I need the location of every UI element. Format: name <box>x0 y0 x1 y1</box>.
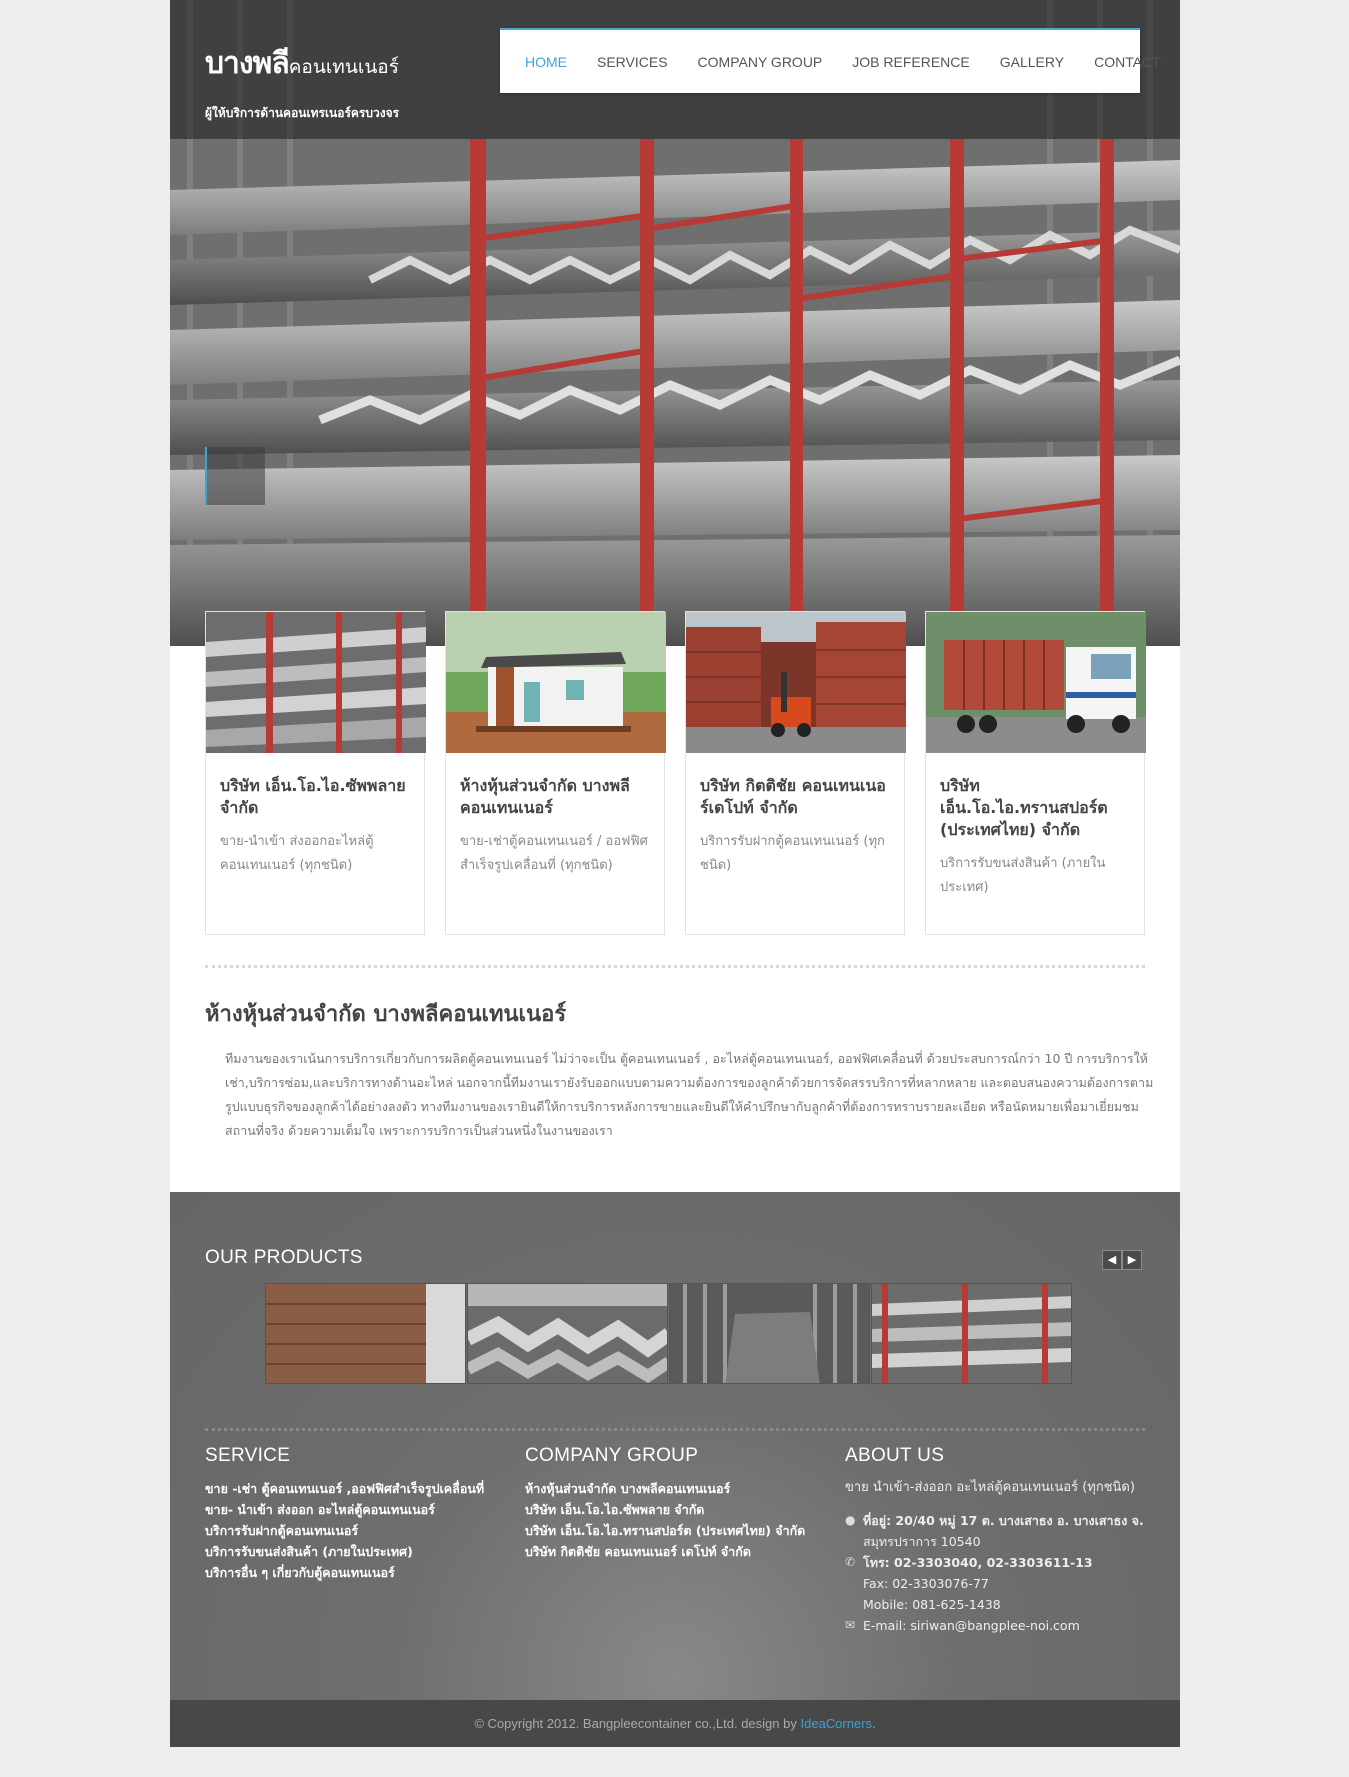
hero-slider[interactable]: บางพลีคอนเทนเนอร์ ผู้ให้บริการด้านคอนเทร… <box>170 0 1180 646</box>
carousel-next-button[interactable]: ▶ <box>1122 1250 1142 1270</box>
card-title: บริษัท เอ็น.โอ.ไอ.ทรานสปอร์ต (ประเทศไทย)… <box>940 776 1108 839</box>
globe-icon: ● <box>845 1513 856 1527</box>
about-title: ห้างหุ้นส่วนจำกัด บางพลีคอนเทนเนอร์ <box>205 1002 567 1027</box>
email-row: ✉ E-mail: siriwan@bangplee-noi.com <box>845 1615 1145 1636</box>
card-desc: บริการรับขนส่งสินค้า (ภายในประเทศ) <box>940 856 1106 895</box>
fax-row: Fax: 02-3303076-77 <box>845 1573 1145 1594</box>
service-list: ขาย -เช่า ตู้คอนเทนเนอร์ ,ออฟฟิศสำเร็จรู… <box>205 1478 484 1583</box>
card-image-truck <box>926 612 1146 753</box>
product-thumb-corrugated-panel[interactable] <box>669 1283 870 1384</box>
nav-company-group[interactable]: COMPANY GROUP <box>683 54 838 70</box>
nav-contact[interactable]: CONTACT <box>1079 54 1176 70</box>
copyright-period: . <box>872 1716 876 1731</box>
nav-job-reference[interactable]: JOB REFERENCE <box>837 54 984 70</box>
company-cards: บริษัท เอ็น.โอ.ไอ.ซัพพลาย จำกัด ขาย-นำเข… <box>205 611 1146 935</box>
carousel-prev-button[interactable]: ◀ <box>1102 1250 1122 1270</box>
service-link[interactable]: บริการรับฝากตู้คอนเทนเนอร์ <box>205 1520 484 1541</box>
product-thumb-plywood-floor[interactable] <box>265 1283 466 1384</box>
company-card[interactable]: บริษัท กิตติชัย คอนเทนเนอร์เดโปท์ จำกัด … <box>685 611 906 935</box>
logo-main: บางพลี <box>205 46 290 81</box>
company-link[interactable]: บริษัท กิตติชัย คอนเทนเนอร์ เดโปท์ จำกัด <box>525 1541 805 1562</box>
chevron-right-icon: ▶ <box>1127 1253 1137 1266</box>
card-image-container-yard <box>686 612 906 753</box>
card-title: บริษัท กิตติชัย คอนเทนเนอร์เดโปท์ จำกัด <box>700 776 886 817</box>
address-line-2: สมุทรปราการ 10540 <box>863 1534 981 1549</box>
company-link[interactable]: ห้างหุ้นส่วนจำกัด บางพลีคอนเทนเนอร์ <box>525 1478 805 1499</box>
company-card[interactable]: ห้างหุ้นส่วนจำกัด บางพลีคอนเทนเนอร์ ขาย-… <box>445 611 666 935</box>
phone-icon: ✆ <box>845 1555 856 1569</box>
site-tagline: ผู้ให้บริการด้านคอนเทรเนอร์ครบวงจร <box>205 106 400 120</box>
chevron-left-icon: ◀ <box>1107 1253 1117 1266</box>
envelope-icon: ✉ <box>845 1618 856 1632</box>
card-desc: บริการรับฝากตู้คอนเทนเนอร์ (ทุกชนิด) <box>700 834 885 873</box>
phone-row: ✆ โทร: 02-3303040, 02-3303611-13 <box>845 1552 1145 1573</box>
address-row: ● ที่อยู่: 20/40 หมู่ 17 ต. บางเสาธง อ. … <box>845 1510 1145 1531</box>
card-title: บริษัท เอ็น.โอ.ไอ.ซัพพลาย จำกัด <box>220 776 406 817</box>
service-link[interactable]: ขาย -เช่า ตู้คอนเทนเนอร์ ,ออฟฟิศสำเร็จรู… <box>205 1478 484 1499</box>
service-link[interactable]: บริการอื่น ๆ เกี่ยวกับตู้คอนเทนเนอร์ <box>205 1562 484 1583</box>
company-card[interactable]: บริษัท เอ็น.โอ.ไอ.ทรานสปอร์ต (ประเทศไทย)… <box>925 611 1146 935</box>
card-desc: ขาย-เช่าตู้คอนเทนเนอร์ / ออฟฟิศสำเร็จรูป… <box>460 834 648 873</box>
fax-text: Fax: 02-3303076-77 <box>863 1576 989 1591</box>
service-link[interactable]: บริการรับขนส่งสินค้า (ภายในประเทศ) <box>205 1541 484 1562</box>
card-desc: ขาย-นำเข้า ส่งออกอะไหล่ตู้คอนเทนเนอร์ (ท… <box>220 834 374 873</box>
company-group-list: ห้างหุ้นส่วนจำกัด บางพลีคอนเทนเนอร์ บริษ… <box>525 1478 805 1562</box>
about-us-title: ABOUT US <box>845 1445 945 1466</box>
page: บางพลีคอนเทนเนอร์ ผู้ให้บริการด้านคอนเทร… <box>170 0 1180 1747</box>
divider <box>205 1428 1145 1431</box>
nav-services[interactable]: SERVICES <box>582 54 683 70</box>
phone-text: โทร: 02-3303040, 02-3303611-13 <box>863 1555 1093 1570</box>
product-thumb-steel-rack[interactable] <box>871 1283 1072 1384</box>
service-link[interactable]: ขาย- นำเข้า ส่งออก อะไหล่ตู้คอนเทนเนอร์ <box>205 1499 484 1520</box>
company-link[interactable]: บริษัท เอ็น.โอ.ไอ.ทรานสปอร์ต (ประเทศไทย)… <box>525 1520 805 1541</box>
copyright-text: © Copyright 2012. Bangpleecontainer co.,… <box>474 1716 797 1731</box>
copyright-bar: © Copyright 2012. Bangpleecontainer co.,… <box>170 1700 1180 1747</box>
nav-gallery[interactable]: GALLERY <box>985 54 1079 70</box>
address-line-1: ที่อยู่: 20/40 หมู่ 17 ต. บางเสาธง อ. บา… <box>863 1513 1144 1528</box>
about-body: ทีมงานของเราเน้นการบริการเกี่ยวกับการผลิ… <box>225 1051 1154 1138</box>
about-us-block: ขาย นำเข้า-ส่งออก อะไหล่ตู้คอนเทนเนอร์ (… <box>845 1478 1145 1636</box>
product-thumb-angle-steel[interactable] <box>467 1283 668 1384</box>
company-group-title: COMPANY GROUP <box>525 1445 699 1466</box>
email-text[interactable]: E-mail: siriwan@bangplee-noi.com <box>863 1615 1080 1636</box>
mobile-text: Mobile: 081-625-1438 <box>863 1597 1001 1612</box>
address-row-2: สมุทรปราการ 10540 <box>845 1531 1145 1552</box>
service-title: SERVICE <box>205 1445 291 1466</box>
nav-home[interactable]: HOME <box>510 54 582 70</box>
slide-caption-box[interactable] <box>205 447 265 505</box>
card-image-steel-rack <box>206 612 426 753</box>
site-logo[interactable]: บางพลีคอนเทนเนอร์ <box>205 40 399 87</box>
main-nav: HOME SERVICES COMPANY GROUP JOB REFERENC… <box>500 28 1161 93</box>
divider <box>205 965 1145 968</box>
company-link[interactable]: บริษัท เอ็น.โอ.ไอ.ซัพพลาย จำกัด <box>525 1499 805 1520</box>
mobile-row: Mobile: 081-625-1438 <box>845 1594 1145 1615</box>
card-title: ห้างหุ้นส่วนจำกัด บางพลีคอนเทนเนอร์ <box>460 776 630 817</box>
company-card[interactable]: บริษัท เอ็น.โอ.ไอ.ซัพพลาย จำกัด ขาย-นำเข… <box>205 611 426 935</box>
logo-sub: คอนเทนเนอร์ <box>288 56 399 78</box>
about-us-subtitle: ขาย นำเข้า-ส่งออก อะไหล่ตู้คอนเทนเนอร์ (… <box>845 1480 1135 1495</box>
designer-link[interactable]: IdeaCorners <box>800 1716 872 1731</box>
card-image-container-office <box>446 612 666 753</box>
products-title: OUR PRODUCTS <box>205 1247 363 1268</box>
footer-widgets: OUR PRODUCTS ◀ ▶ SERVICE ขาย -เช่า ตู้คอ… <box>170 1192 1180 1700</box>
